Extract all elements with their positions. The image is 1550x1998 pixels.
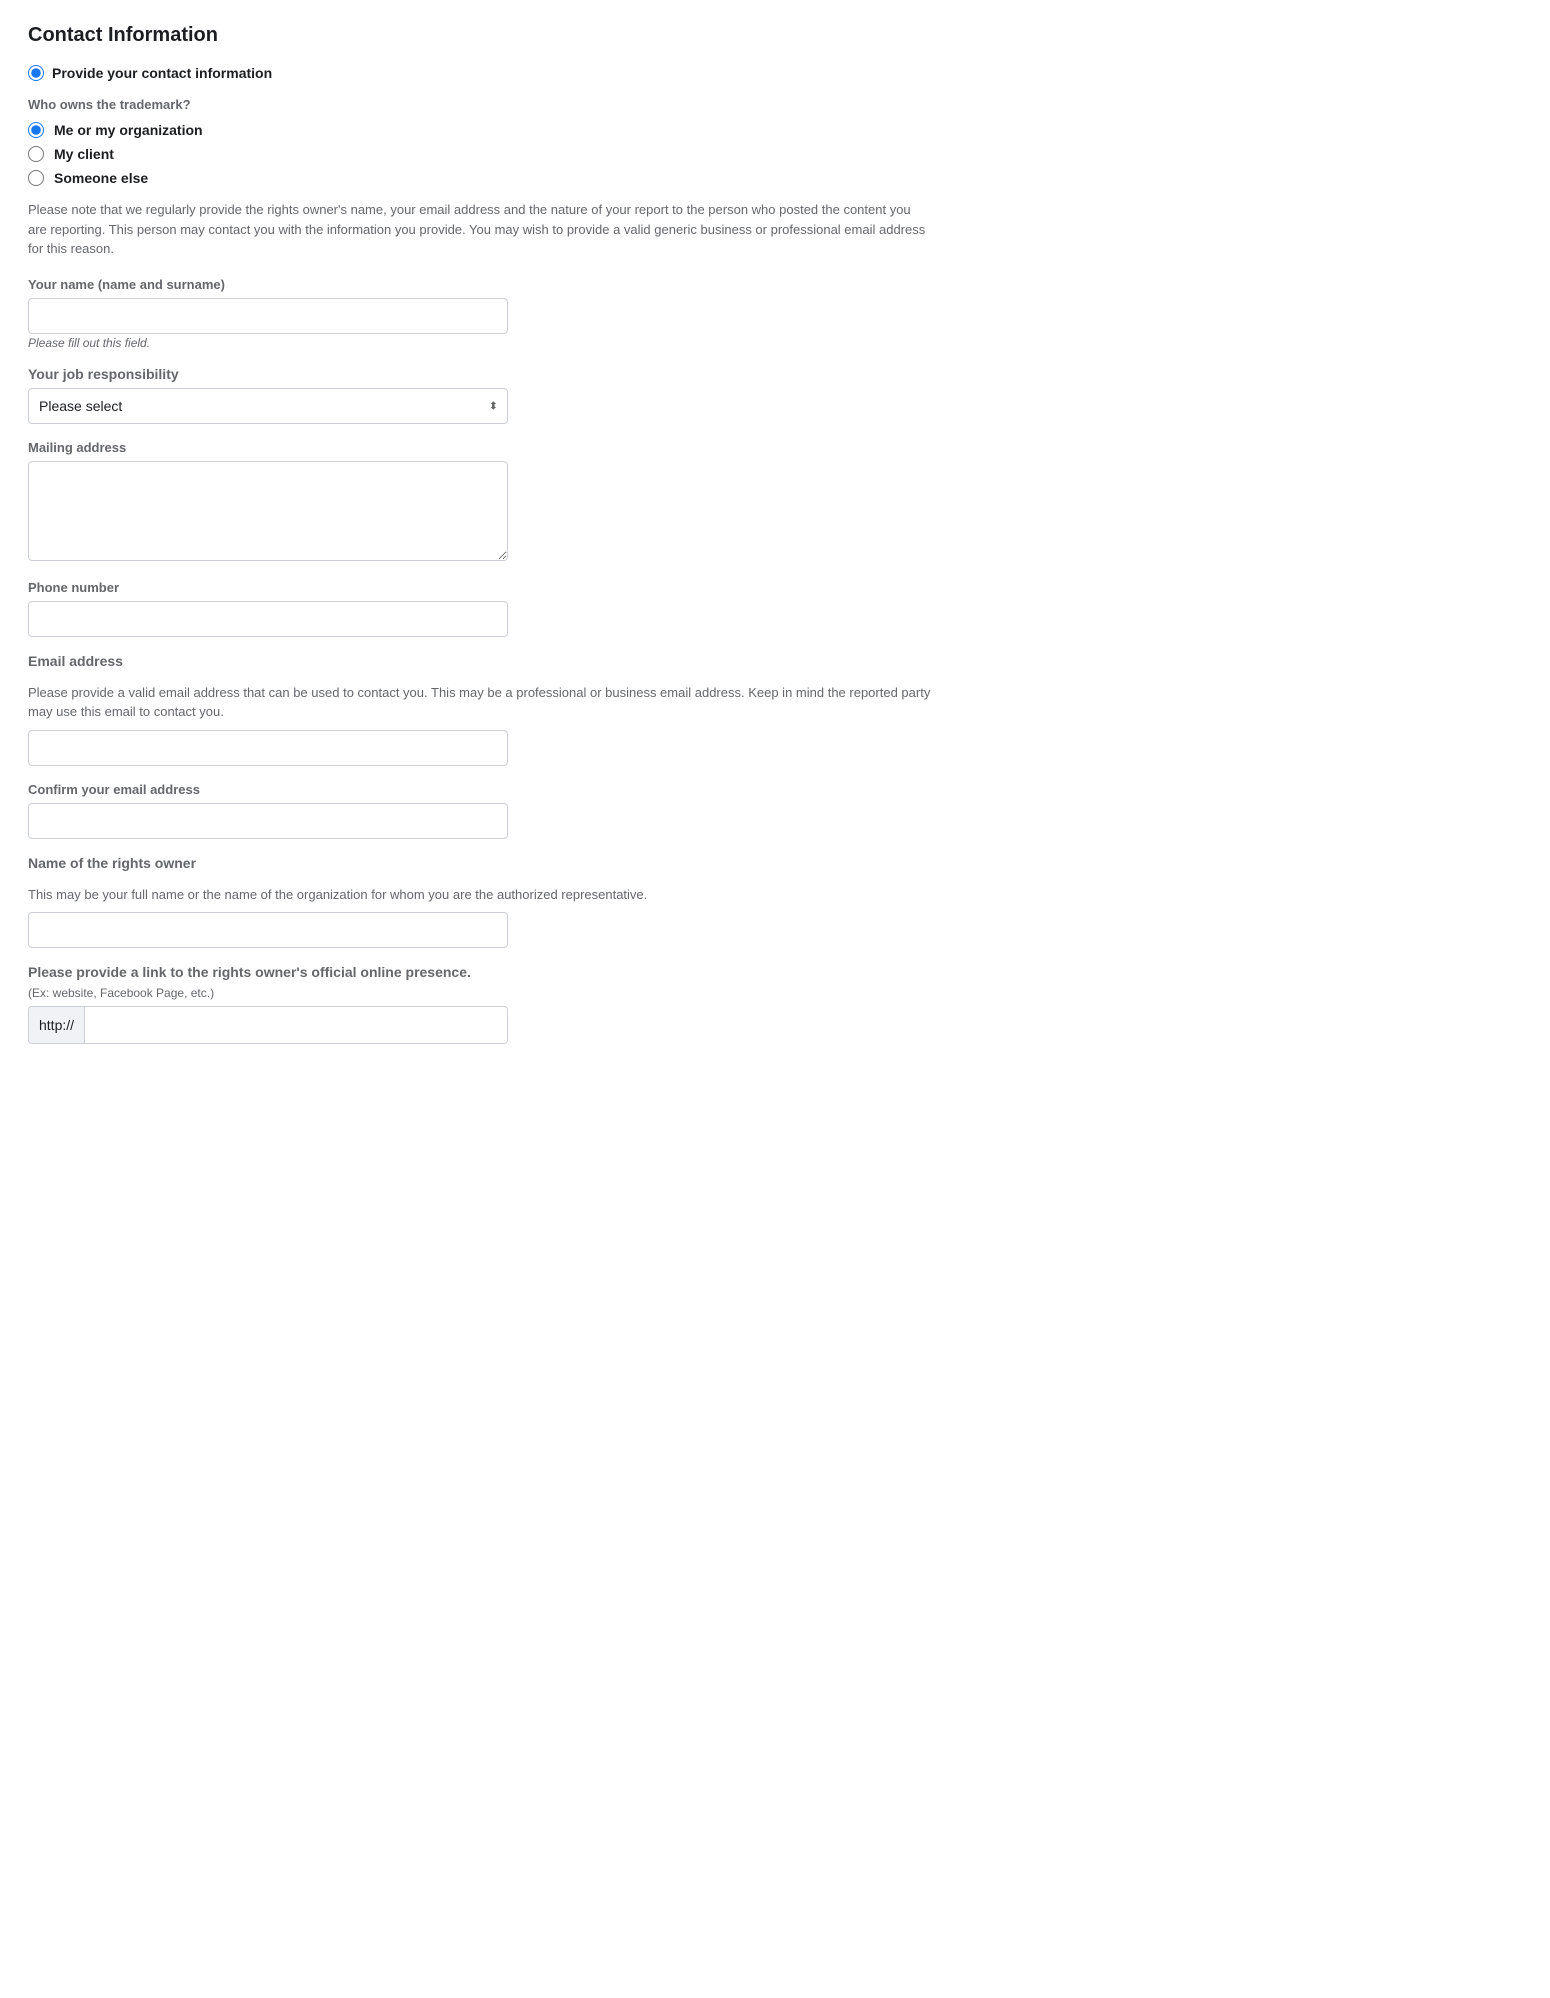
trademark-my-client-option[interactable]: My client — [28, 146, 932, 162]
trademark-someone-else-option[interactable]: Someone else — [28, 170, 932, 186]
online-presence-link-wrapper: http:// — [28, 1006, 508, 1044]
trademark-me-org-radio[interactable] — [28, 122, 44, 138]
phone-number-field-group: Phone number — [28, 580, 932, 637]
trademark-owner-question: Who owns the trademark? — [28, 97, 932, 112]
provide-contact-radio[interactable] — [28, 65, 44, 81]
email-address-label: Email address — [28, 653, 932, 669]
online-presence-field-group: Please provide a link to the rights owne… — [28, 964, 932, 1044]
confirm-email-field-group: Confirm your email address — [28, 782, 932, 839]
confirm-email-input[interactable] — [28, 803, 508, 839]
online-presence-input[interactable] — [85, 1007, 507, 1043]
provide-contact-option[interactable]: Provide your contact information — [28, 65, 932, 81]
trademark-me-org-label[interactable]: Me or my organization — [54, 122, 203, 138]
mailing-address-label: Mailing address — [28, 440, 932, 455]
your-name-label: Your name (name and surname) — [28, 277, 932, 292]
your-name-validation: Please fill out this field. — [28, 336, 932, 350]
online-presence-prefix: http:// — [29, 1007, 85, 1043]
provide-contact-label[interactable]: Provide your contact information — [52, 65, 272, 81]
your-name-input[interactable] — [28, 298, 508, 334]
job-responsibility-label: Your job responsibility — [28, 366, 932, 382]
trademark-my-client-radio[interactable] — [28, 146, 44, 162]
email-address-field-group: Email address Please provide a valid ema… — [28, 653, 932, 766]
page-title: Contact Information — [28, 24, 932, 47]
mailing-address-field-group: Mailing address — [28, 440, 932, 564]
mailing-address-input[interactable] — [28, 461, 508, 561]
phone-number-label: Phone number — [28, 580, 932, 595]
job-responsibility-select[interactable]: Please select Legal Brand/Marketing Othe… — [28, 388, 508, 424]
rights-owner-name-label: Name of the rights owner — [28, 855, 932, 871]
trademark-owner-radio-group: Me or my organization My client Someone … — [28, 122, 932, 186]
info-paragraph: Please note that we regularly provide th… — [28, 200, 932, 259]
confirm-email-label: Confirm your email address — [28, 782, 932, 797]
rights-owner-name-field-group: Name of the rights owner This may be you… — [28, 855, 932, 949]
trademark-someone-else-label[interactable]: Someone else — [54, 170, 148, 186]
trademark-me-org-option[interactable]: Me or my organization — [28, 122, 932, 138]
your-name-field-group: Your name (name and surname) Please fill… — [28, 277, 932, 350]
trademark-someone-else-radio[interactable] — [28, 170, 44, 186]
online-presence-label: Please provide a link to the rights owne… — [28, 964, 932, 980]
online-presence-hint: (Ex: website, Facebook Page, etc.) — [28, 986, 932, 1000]
email-address-description: Please provide a valid email address tha… — [28, 683, 932, 722]
trademark-my-client-label[interactable]: My client — [54, 146, 114, 162]
rights-owner-name-description: This may be your full name or the name o… — [28, 885, 932, 905]
provide-contact-radio-group: Provide your contact information — [28, 65, 932, 81]
rights-owner-name-input[interactable] — [28, 912, 508, 948]
job-responsibility-field-group: Your job responsibility Please select Le… — [28, 366, 932, 424]
job-responsibility-select-wrapper: Please select Legal Brand/Marketing Othe… — [28, 388, 508, 424]
email-address-input[interactable] — [28, 730, 508, 766]
phone-number-input[interactable] — [28, 601, 508, 637]
